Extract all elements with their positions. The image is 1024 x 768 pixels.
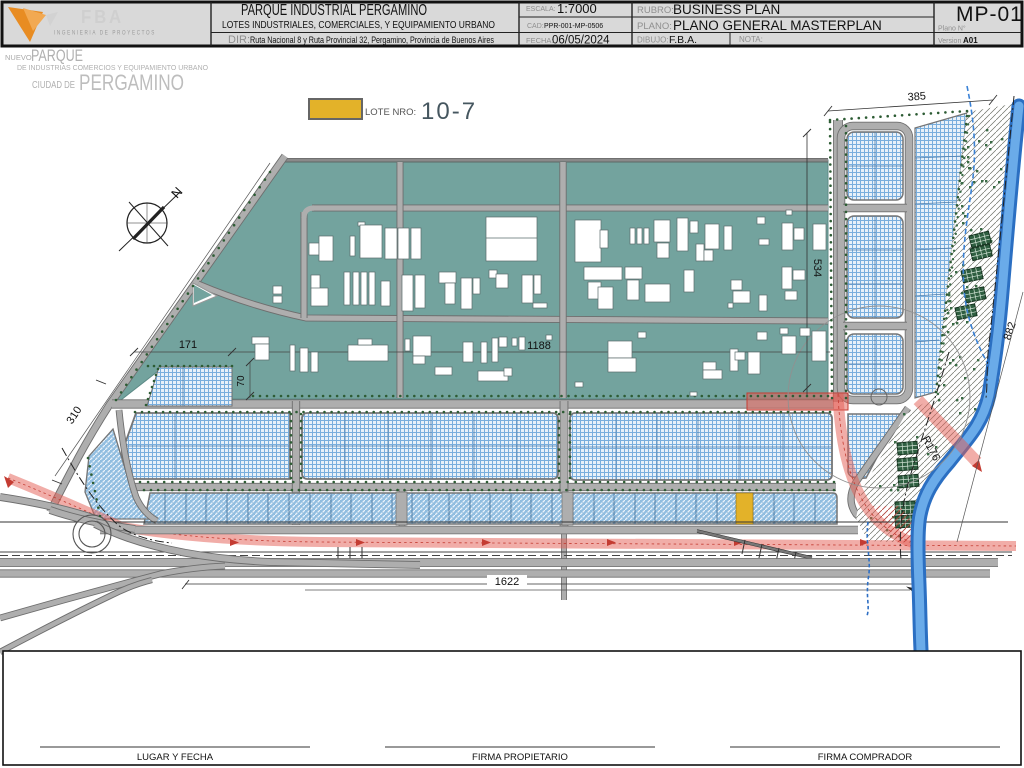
- svg-text:1622: 1622: [495, 576, 519, 588]
- svg-text:06/05/2024: 06/05/2024: [552, 35, 610, 47]
- svg-text:MP-01: MP-01: [956, 3, 1023, 26]
- svg-text:Plano N°: Plano N°: [938, 25, 966, 33]
- svg-text:1188: 1188: [527, 340, 551, 352]
- svg-text:Ruta Nacional 8 y Ruta Provinc: Ruta Nacional 8 y Ruta Provincial 32, Pe…: [250, 35, 494, 46]
- svg-text:FIRMA COMPRADOR: FIRMA COMPRADOR: [818, 752, 913, 763]
- svg-text:PLANO GENERAL MASTERPLAN: PLANO GENERAL MASTERPLAN: [673, 18, 882, 33]
- svg-text:DIR:: DIR:: [228, 34, 250, 46]
- svg-text:RUBRO:: RUBRO:: [637, 5, 674, 16]
- svg-text:FECHA:: FECHA:: [526, 36, 554, 45]
- svg-text:70: 70: [236, 375, 247, 387]
- svg-text:F.B.A.: F.B.A.: [669, 34, 697, 46]
- svg-text:NOTA:: NOTA:: [739, 35, 763, 44]
- svg-text:385: 385: [907, 90, 926, 103]
- svg-text:FIRMA PROPIETARIO: FIRMA PROPIETARIO: [472, 752, 568, 763]
- svg-text:BUSINESS PLAN: BUSINESS PLAN: [673, 2, 780, 17]
- svg-text:PLANO:: PLANO:: [637, 21, 672, 32]
- svg-text:PERGAMINO: PERGAMINO: [79, 70, 184, 95]
- svg-text:CIUDAD DE: CIUDAD DE: [32, 80, 75, 91]
- svg-text:A01: A01: [963, 36, 978, 45]
- svg-text:LOTES INDUSTRIALES, COMERCIALE: LOTES INDUSTRIALES, COMERCIALES, Y EQUIP…: [222, 19, 495, 31]
- svg-text:FBA: FBA: [81, 7, 124, 27]
- svg-text:PPR-001-MP-0506: PPR-001-MP-0506: [544, 23, 603, 30]
- svg-text:DIBUJO:: DIBUJO:: [637, 36, 669, 45]
- svg-text:310: 310: [64, 404, 84, 426]
- svg-text:PARQUE INDUSTRIAL PERGAMINO: PARQUE INDUSTRIAL PERGAMINO: [241, 2, 427, 19]
- svg-text:10-7: 10-7: [421, 98, 477, 125]
- svg-text:LUGAR Y FECHA: LUGAR Y FECHA: [137, 752, 214, 763]
- svg-text:1:7000: 1:7000: [557, 1, 597, 16]
- svg-text:LOTE NRO:: LOTE NRO:: [365, 107, 416, 118]
- svg-text:N: N: [168, 184, 185, 201]
- svg-text:CAD:: CAD:: [527, 23, 544, 30]
- svg-text:Version: Version: [938, 38, 961, 45]
- svg-text:171: 171: [179, 339, 197, 351]
- svg-text:534: 534: [811, 259, 823, 277]
- svg-text:NUEVO: NUEVO: [5, 53, 32, 62]
- svg-text:ESCALA:: ESCALA:: [526, 6, 556, 13]
- svg-text:INGENIERIA DE PROYECTOS: INGENIERIA DE PROYECTOS: [54, 30, 156, 37]
